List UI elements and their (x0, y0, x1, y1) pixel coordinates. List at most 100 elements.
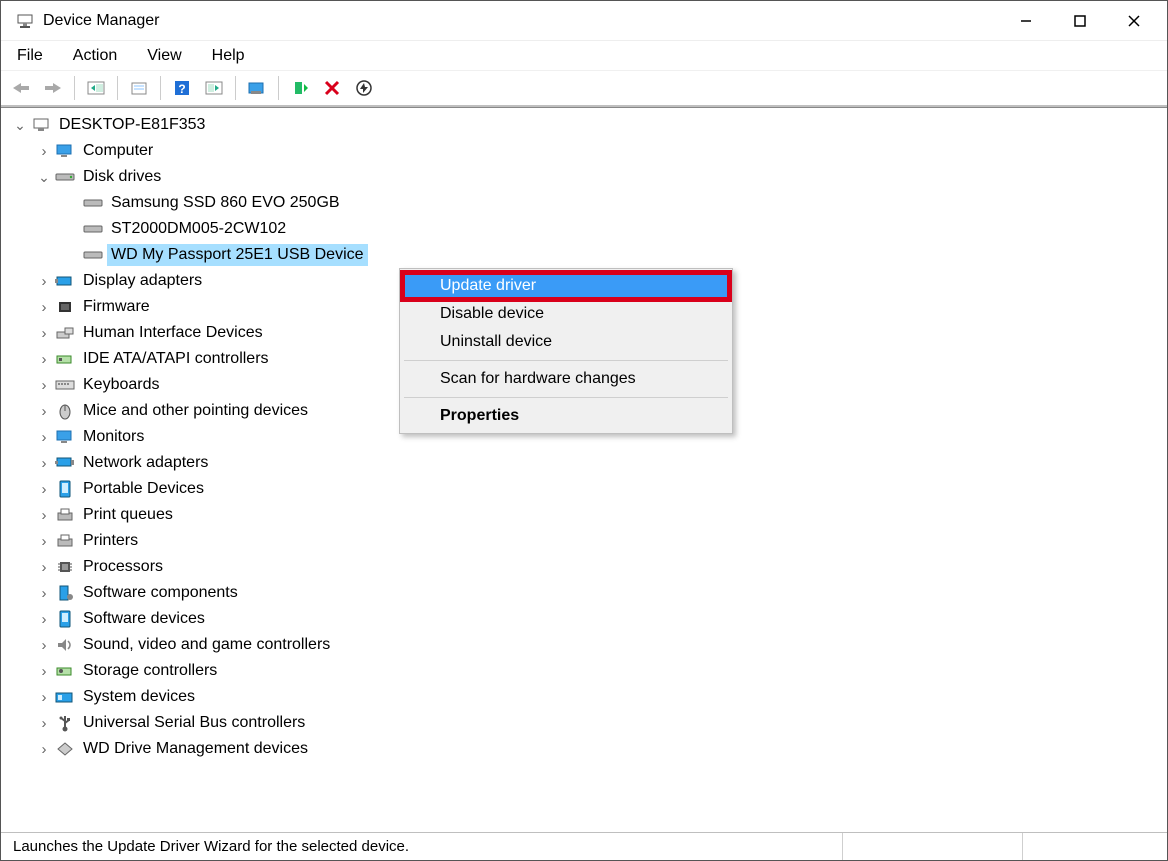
category-print-queues[interactable]: Print queues (5, 502, 1167, 528)
device-manager-window: Device Manager File Action View Help ? (0, 0, 1168, 861)
expand-collapse-icon[interactable] (37, 325, 51, 342)
expand-collapse-icon[interactable] (37, 429, 51, 446)
menu-file[interactable]: File (11, 45, 49, 67)
category-label: Monitors (79, 426, 148, 448)
expand-collapse-icon[interactable] (37, 533, 51, 550)
device-item[interactable]: ST2000DM005-2CW102 (5, 216, 1167, 242)
expand-collapse-icon[interactable] (37, 377, 51, 394)
category-printers[interactable]: Printers (5, 528, 1167, 554)
toolbar: ? (1, 71, 1167, 107)
expand-collapse-icon[interactable] (37, 559, 51, 576)
svg-text:?: ? (178, 82, 185, 96)
category-label: Keyboards (79, 374, 164, 396)
monitor-icon (55, 142, 75, 160)
menu-disable-device[interactable]: Disable device (402, 300, 730, 328)
expand-collapse-icon[interactable] (37, 143, 51, 160)
category-label: Printers (79, 530, 142, 552)
update-driver-button[interactable] (243, 75, 271, 101)
category-label: Sound, video and game controllers (79, 634, 334, 656)
computer-root-icon (31, 116, 51, 134)
minimize-button[interactable] (999, 2, 1053, 40)
window-controls (999, 2, 1161, 40)
close-button[interactable] (1107, 2, 1161, 40)
status-text: Launches the Update Driver Wizard for th… (7, 833, 843, 860)
help-button[interactable]: ? (168, 75, 196, 101)
expand-collapse-icon[interactable] (37, 741, 51, 758)
category-network[interactable]: Network adapters (5, 450, 1167, 476)
category-sound[interactable]: Sound, video and game controllers (5, 632, 1167, 658)
menu-properties[interactable]: Properties (402, 402, 730, 430)
category-wd-drive-management[interactable]: WD Drive Management devices (5, 736, 1167, 762)
maximize-button[interactable] (1053, 2, 1107, 40)
keyboard-icon (55, 376, 75, 394)
menu-update-driver[interactable]: Update driver (402, 272, 730, 300)
expand-collapse-icon[interactable] (37, 273, 51, 290)
expand-collapse-icon[interactable] (13, 117, 27, 134)
software-device-icon (55, 610, 75, 628)
category-processors[interactable]: Processors (5, 554, 1167, 580)
toolbar-separator (160, 76, 161, 100)
device-item[interactable]: Samsung SSD 860 EVO 250GB (5, 190, 1167, 216)
speaker-icon (55, 636, 75, 654)
scan-hardware-button[interactable] (200, 75, 228, 101)
window-title: Device Manager (43, 12, 160, 30)
category-storage[interactable]: Storage controllers (5, 658, 1167, 684)
properties-button[interactable] (125, 75, 153, 101)
disk-icon (55, 168, 75, 186)
device-label: ST2000DM005-2CW102 (107, 218, 290, 240)
printer-icon (55, 532, 75, 550)
status-cell (1023, 833, 1161, 860)
expand-collapse-icon[interactable] (37, 507, 51, 524)
device-item-selected[interactable]: WD My Passport 25E1 USB Device (5, 242, 1167, 268)
category-software-devices[interactable]: Software devices (5, 606, 1167, 632)
category-system-devices[interactable]: System devices (5, 684, 1167, 710)
toolbar-separator (117, 76, 118, 100)
expand-collapse-icon[interactable] (37, 351, 51, 368)
show-hide-tree-button[interactable] (82, 75, 110, 101)
category-label: Print queues (79, 504, 177, 526)
category-software-components[interactable]: Software components (5, 580, 1167, 606)
expand-collapse-icon[interactable] (37, 299, 51, 316)
expand-collapse-icon[interactable] (37, 689, 51, 706)
expand-collapse-icon[interactable] (37, 715, 51, 732)
category-label: Universal Serial Bus controllers (79, 712, 309, 734)
category-computer[interactable]: Computer (5, 138, 1167, 164)
category-label: Storage controllers (79, 660, 221, 682)
menu-action[interactable]: Action (67, 45, 123, 67)
system-device-icon (55, 688, 75, 706)
expand-collapse-icon[interactable] (37, 481, 51, 498)
category-label: Processors (79, 556, 167, 578)
toolbar-separator (278, 76, 279, 100)
menu-uninstall-device[interactable]: Uninstall device (402, 328, 730, 356)
tree-root[interactable]: DESKTOP-E81F353 (5, 112, 1167, 138)
category-usb[interactable]: Universal Serial Bus controllers (5, 710, 1167, 736)
menu-view[interactable]: View (141, 45, 187, 67)
menu-help[interactable]: Help (206, 45, 251, 67)
category-portable[interactable]: Portable Devices (5, 476, 1167, 502)
back-button[interactable] (7, 75, 35, 101)
disk-icon (83, 246, 103, 264)
status-cell (843, 833, 1023, 860)
expand-collapse-icon[interactable] (37, 663, 51, 680)
expand-collapse-icon[interactable] (37, 585, 51, 602)
uninstall-device-button[interactable] (318, 75, 346, 101)
menu-scan-hardware[interactable]: Scan for hardware changes (402, 365, 730, 393)
expand-collapse-icon[interactable] (37, 169, 51, 186)
drive-management-icon (55, 740, 75, 758)
category-label: Portable Devices (79, 478, 208, 500)
expand-collapse-icon[interactable] (37, 637, 51, 654)
mouse-icon (55, 402, 75, 420)
enable-device-button[interactable] (286, 75, 314, 101)
disable-device-button[interactable] (350, 75, 378, 101)
cpu-icon (55, 558, 75, 576)
portable-device-icon (55, 480, 75, 498)
expand-collapse-icon[interactable] (37, 611, 51, 628)
category-disk-drives[interactable]: Disk drives (5, 164, 1167, 190)
monitor-icon (55, 428, 75, 446)
category-label: WD Drive Management devices (79, 738, 312, 760)
device-tree[interactable]: DESKTOP-E81F353 Computer Disk drives Sam… (1, 107, 1167, 832)
expand-collapse-icon[interactable] (37, 455, 51, 472)
forward-button[interactable] (39, 75, 67, 101)
expand-collapse-icon[interactable] (37, 403, 51, 420)
category-label: Mice and other pointing devices (79, 400, 312, 422)
